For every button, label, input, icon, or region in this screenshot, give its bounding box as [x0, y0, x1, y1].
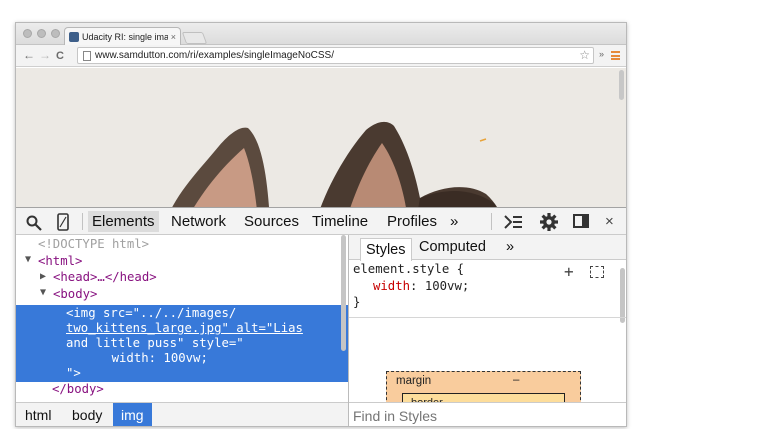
expand-triangle-icon[interactable]: ▶: [40, 269, 46, 286]
collapse-triangle-icon[interactable]: ▼: [40, 285, 46, 302]
margin-label: margin: [396, 375, 432, 387]
title-bar: Udacity RI: single image, n ×: [16, 23, 626, 45]
img-line-4: width: 100vw;: [82, 351, 208, 365]
tab-title: Udacity RI: single image, n: [82, 31, 168, 42]
toolbar-separator: [82, 213, 83, 230]
styles-scrollbar[interactable]: [620, 268, 625, 323]
tab-profiles[interactable]: Profiles: [387, 213, 437, 230]
zoom-window-button[interactable]: [51, 29, 60, 38]
crumb-img[interactable]: img: [113, 403, 152, 426]
new-tab-button[interactable]: [181, 32, 208, 44]
settings-gear-icon[interactable]: [539, 212, 559, 232]
back-button[interactable]: ←: [23, 48, 35, 62]
page-content: [16, 68, 626, 221]
find-in-styles-input[interactable]: [353, 406, 613, 426]
img-line-5: ">: [66, 366, 81, 380]
tab-network[interactable]: Network: [171, 213, 226, 230]
page-vertical-scrollbar[interactable]: [619, 70, 624, 100]
rule-separator: [349, 317, 626, 318]
rule-selector[interactable]: element.style {: [353, 261, 464, 277]
tab-elements[interactable]: Elements: [88, 211, 159, 232]
html-node[interactable]: <html>: [38, 253, 82, 270]
browser-toolbar: ← → C www.samdutton.com/ri/examples/sing…: [16, 45, 626, 67]
rule-close-brace: }: [353, 295, 361, 309]
reload-button[interactable]: C: [56, 49, 64, 63]
dock-side-icon[interactable]: [573, 214, 589, 228]
tab-timeline[interactable]: Timeline: [312, 213, 368, 230]
minimize-window-button[interactable]: [37, 29, 46, 38]
body-node[interactable]: <body>: [53, 286, 97, 303]
kittens-image: [16, 68, 626, 221]
styles-tab-bar: Styles Computed »: [349, 235, 626, 261]
elements-scrollbar[interactable]: [341, 235, 346, 351]
devtools-panel: Elements Network Sources Timeline Profil…: [16, 207, 626, 426]
toggle-element-state-icon[interactable]: [590, 266, 604, 278]
search-icon[interactable]: [26, 215, 42, 231]
devtools-close-icon[interactable]: ×: [605, 213, 614, 230]
page-icon: [83, 51, 91, 61]
forward-button[interactable]: →: [39, 48, 51, 62]
tab-computed[interactable]: Computed: [419, 239, 486, 255]
find-in-styles-bar: [349, 402, 626, 426]
bookmark-star-icon[interactable]: ☆: [579, 48, 590, 62]
chrome-menu-icon[interactable]: [611, 51, 620, 60]
crumb-body[interactable]: body: [64, 403, 110, 426]
margin-value[interactable]: –: [513, 374, 519, 386]
styles-more-chevron-icon[interactable]: »: [506, 239, 514, 255]
extensions-chevron-icon[interactable]: »: [599, 49, 604, 59]
url-text[interactable]: www.samdutton.com/ri/examples/singleImag…: [95, 50, 334, 61]
window-controls: [23, 29, 60, 38]
collapse-triangle-icon[interactable]: ▼: [25, 252, 31, 269]
tab-close-icon[interactable]: ×: [171, 32, 176, 42]
crumb-html[interactable]: html: [17, 403, 59, 426]
devtools-toolbar: Elements Network Sources Timeline Profil…: [16, 207, 626, 235]
console-drawer-icon[interactable]: [503, 214, 523, 230]
close-window-button[interactable]: [23, 29, 32, 38]
tab-sources[interactable]: Sources: [244, 213, 299, 230]
styles-sidebar: Styles Computed » element.style { width:…: [349, 235, 626, 426]
head-node[interactable]: <head>…</head>: [53, 269, 157, 286]
more-tabs-chevron-icon[interactable]: »: [450, 213, 458, 230]
add-rule-plus-icon[interactable]: +: [564, 264, 574, 280]
browser-window: Udacity RI: single image, n × ← → C www.…: [15, 22, 627, 427]
device-mode-icon[interactable]: [57, 213, 69, 231]
body-close-node[interactable]: </body>: [52, 381, 104, 398]
doctype-node[interactable]: <!DOCTYPE html>: [38, 236, 149, 253]
css-property: width: [373, 279, 411, 293]
browser-tab[interactable]: Udacity RI: single image, n ×: [64, 27, 181, 45]
selected-img-node[interactable]: <img src="../../images/ two_kittens_larg…: [16, 305, 348, 382]
tab-styles[interactable]: Styles: [360, 238, 412, 261]
breadcrumb: html body img: [16, 402, 348, 426]
elements-tree: <!DOCTYPE html> ▼ <html> ▶ <head>…</head…: [16, 235, 348, 402]
udacity-favicon-icon: [69, 31, 79, 42]
css-value: 100vw;: [424, 279, 470, 293]
rule-declaration[interactable]: width: 100vw;: [373, 278, 469, 294]
address-bar[interactable]: www.samdutton.com/ri/examples/singleImag…: [77, 47, 594, 64]
toolbar-separator: [491, 213, 492, 230]
